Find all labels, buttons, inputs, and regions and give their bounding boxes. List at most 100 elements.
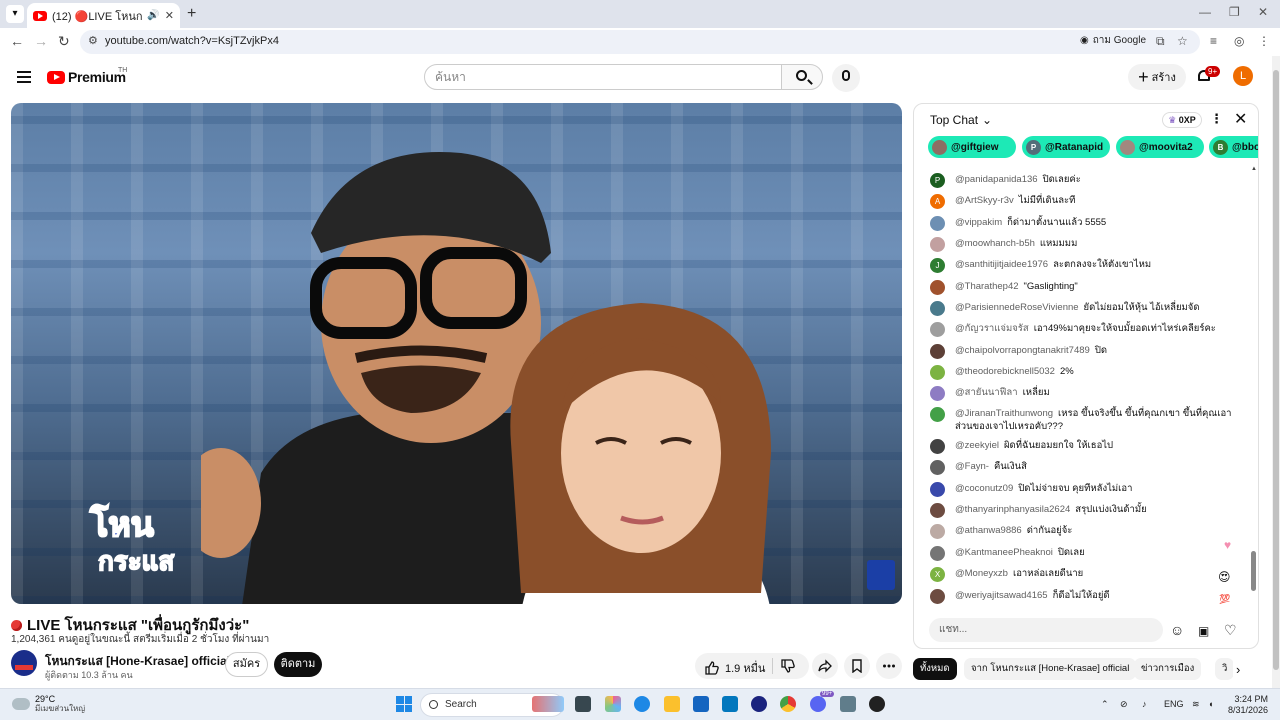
chat-author-avatar[interactable] (930, 407, 945, 422)
microphone-tray-icon[interactable]: ♪ (1142, 699, 1147, 709)
filter-chip[interactable]: ข่าวการเมือง (1134, 658, 1202, 680)
network-icon[interactable]: ⊘ (1120, 699, 1128, 710)
heart-react-icon[interactable]: ♡ (1224, 622, 1237, 639)
new-tab-button[interactable]: + (187, 5, 196, 23)
search-button[interactable] (781, 64, 823, 90)
copilot-icon[interactable] (605, 696, 621, 712)
chat-author-name[interactable]: @Fayn- (955, 461, 989, 472)
chat-message[interactable]: @Fayn- คืนเงินสิ (930, 460, 1240, 475)
youtube-premium-logo[interactable]: Premium (47, 69, 126, 85)
chat-author-avatar[interactable]: A (930, 194, 945, 209)
close-chat-icon[interactable]: ✕ (1234, 109, 1247, 129)
forward-icon[interactable]: → (34, 33, 48, 49)
tab-search-button[interactable]: ▾ (6, 5, 24, 23)
voice-search-button[interactable] (832, 64, 860, 92)
super-chat-ticker[interactable]: @moovita2 (1116, 136, 1204, 158)
account-avatar[interactable]: L (1233, 66, 1253, 86)
weather-widget[interactable]: 29°C มีเมฆส่วนใหญ่ (10, 694, 85, 714)
emoji-picker-icon[interactable]: ☺ (1170, 622, 1184, 638)
chat-message[interactable]: @thanyarinphanyasila2624 สรุปแบ่งเงินด้าม… (930, 503, 1240, 518)
close-window-icon[interactable]: ✕ (1258, 5, 1268, 19)
chat-message[interactable]: X @Moneyxzb เอาหล่อเลยดีนาย (930, 567, 1240, 582)
address-bar[interactable]: ⚙ youtube.com/watch?v=KsjTZvjkPx4 ◉ ถาม … (80, 30, 1200, 54)
chat-scroll-up-icon[interactable]: ▲ (1251, 166, 1257, 172)
store-icon[interactable] (693, 696, 709, 712)
chat-scrollbar-thumb[interactable] (1251, 551, 1256, 591)
reload-icon[interactable]: ↻ (58, 33, 70, 50)
chat-author-name[interactable]: @weriyajitsawad4165 (955, 590, 1048, 601)
chat-author-avatar[interactable] (930, 482, 945, 497)
search-input[interactable]: ค้นหา (424, 64, 782, 90)
chat-author-name[interactable]: @vippakim (955, 217, 1002, 228)
profile-icon[interactable]: ◎ (1234, 34, 1244, 48)
chat-message[interactable]: A @ArtSkyy-r3v ไม่มีที่เดินละที (930, 194, 1240, 209)
url-text[interactable]: youtube.com/watch?v=KsjTZvjkPx4 (105, 35, 279, 47)
close-tab-icon[interactable]: ✕ (165, 9, 174, 22)
chat-author-name[interactable]: @กัญวราแจ่มจรัส (955, 323, 1029, 334)
chat-author-avatar[interactable] (930, 503, 945, 518)
chat-message[interactable]: @ParisiennedeRoseVivienne ยัดไม่ยอมให้หุ้… (930, 301, 1240, 316)
page-scrollbar[interactable] (1272, 56, 1280, 688)
chat-author-avatar[interactable] (930, 365, 945, 380)
chat-input[interactable]: แชท... (929, 618, 1163, 642)
chat-author-name[interactable]: @KantmaneePheaknoi (955, 547, 1053, 558)
chat-message[interactable]: @vippakim ก็ด่ามาตั้งนานแล้ว 5555 (930, 216, 1240, 231)
chat-author-avatar[interactable] (930, 439, 945, 454)
chat-message[interactable]: @chaipolvorrapongtanakrit7489 ปิด (930, 344, 1240, 359)
filter-chip[interactable]: ทั้งหมด (913, 658, 957, 680)
chat-author-name[interactable]: @ParisiennedeRoseVivienne (955, 302, 1079, 313)
chat-author-avatar[interactable] (930, 386, 945, 401)
volume-icon[interactable]: ◖ (1208, 699, 1213, 709)
chat-author-avatar[interactable] (930, 344, 945, 359)
chat-author-avatar[interactable] (930, 589, 945, 604)
file-explorer-icon[interactable] (664, 696, 680, 712)
chat-message[interactable]: @สายันนาฟีลา เหลี่ยม (930, 386, 1240, 401)
task-view-icon[interactable] (575, 696, 591, 712)
minimize-icon[interactable]: — (1199, 5, 1211, 19)
outlook-icon[interactable] (722, 696, 738, 712)
browser-tab[interactable]: (12) 🔴LIVE โหนกระแส "เพื่อน 🔊 ✕ (27, 3, 180, 28)
chat-message[interactable]: @Tharathep42 "Gaslighting" (930, 280, 1240, 295)
chat-author-name[interactable]: @moowhanch-b5h (955, 238, 1035, 249)
chat-author-avatar[interactable]: X (930, 567, 945, 582)
page-scrollbar-thumb[interactable] (1273, 70, 1279, 670)
more-actions-button[interactable] (876, 653, 902, 679)
chat-author-name[interactable]: @JirananTraithunwong (955, 408, 1053, 419)
chat-message[interactable]: P @panidapanida136 ปิดเลยค่ะ (930, 173, 1240, 188)
subscribe-button[interactable]: ติดตาม (274, 652, 322, 677)
filter-chip[interactable]: จาก โหนกระแส [Hone-Krasae] official (964, 658, 1137, 680)
chat-author-name[interactable]: @ArtSkyy-r3v (955, 195, 1014, 206)
restore-icon[interactable]: ❐ (1229, 5, 1240, 19)
chrome-icon[interactable] (780, 696, 796, 712)
search-highlight-icon[interactable] (532, 696, 564, 712)
chat-message[interactable]: @weriyajitsawad4165 ก็ดีอไม่ให้อยู่ดี (930, 589, 1240, 604)
super-chat-ticker[interactable]: @giftgiew (928, 136, 1016, 158)
chat-message[interactable]: @zeekyiel ผิดที่ฉันยอมยกใจ ให้เธอไป (930, 439, 1240, 454)
edge-icon[interactable] (634, 696, 650, 712)
chat-message[interactable]: @theodorebicknell5032 2% (930, 365, 1240, 380)
chat-author-name[interactable]: @Tharathep42 (955, 281, 1019, 292)
chat-author-avatar[interactable]: P (930, 173, 945, 188)
bookmark-star-icon[interactable]: ☆ (1177, 34, 1188, 48)
chat-author-avatar[interactable] (930, 460, 945, 475)
chat-message[interactable]: @JirananTraithunwong เหรอ ขึ้นจริงขึ้น ขึ… (930, 407, 1240, 433)
chat-author-avatar[interactable]: J (930, 258, 945, 273)
steam-icon[interactable] (751, 696, 767, 712)
menu-icon[interactable] (17, 71, 31, 83)
chat-author-avatar[interactable] (930, 280, 945, 295)
chat-author-avatar[interactable] (930, 546, 945, 561)
ask-google-button[interactable]: ◉ ถาม Google (1080, 33, 1146, 48)
channel-avatar[interactable] (11, 650, 37, 676)
chat-author-name[interactable]: @panidapanida136 (955, 174, 1038, 185)
chat-mode-dropdown[interactable]: Top Chat ⌄ (930, 113, 992, 127)
chat-author-name[interactable]: @Moneyxzb (955, 568, 1008, 579)
super-chat-ticker[interactable]: B @bboy (1209, 136, 1258, 158)
super-chat-ticker[interactable]: P @Ratanapid (1022, 136, 1110, 158)
chat-author-name[interactable]: @zeekyiel (955, 440, 999, 451)
chips-next-icon[interactable]: › (1236, 662, 1240, 677)
chat-author-name[interactable]: @สายันนาฟีลา (955, 387, 1018, 398)
chat-author-avatar[interactable] (930, 524, 945, 539)
chat-author-name[interactable]: @chaipolvorrapongtanakrit7489 (955, 345, 1090, 356)
back-icon[interactable]: ← (10, 33, 24, 49)
chat-author-name[interactable]: @theodorebicknell5032 (955, 366, 1055, 377)
